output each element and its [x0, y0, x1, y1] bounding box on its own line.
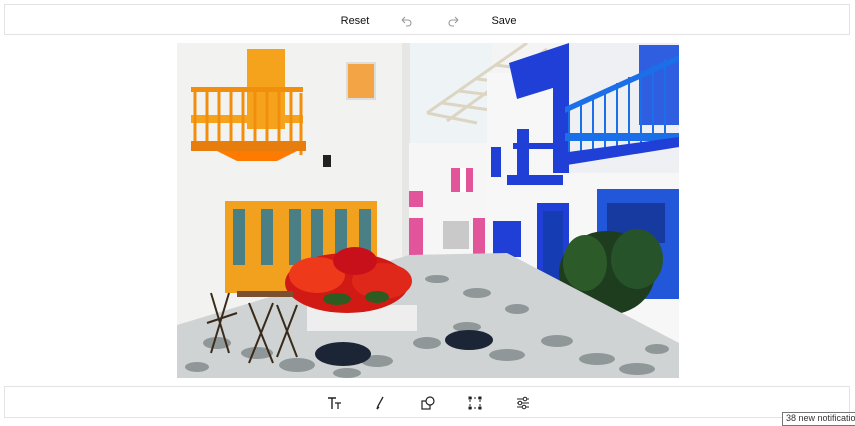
text-icon [328, 397, 341, 409]
pen-tool-button[interactable] [366, 387, 394, 419]
reset-button[interactable]: Reset [341, 5, 370, 36]
adjust-tool-button[interactable] [509, 387, 537, 419]
pen-icon [376, 396, 384, 410]
notifications-tooltip: 38 new notifications [782, 412, 855, 426]
shapes-tool-button[interactable] [414, 387, 442, 419]
text-tool-button[interactable] [321, 387, 349, 419]
crop-tool-button[interactable] [461, 387, 489, 419]
bottom-toolbar [4, 386, 850, 418]
top-toolbar: Reset Save [4, 4, 850, 35]
street-scene-image [177, 43, 679, 378]
photo-canvas[interactable] [177, 43, 679, 378]
save-button[interactable]: Save [491, 5, 517, 36]
crop-icon [468, 396, 482, 410]
adjust-icon [517, 396, 529, 410]
shapes-icon [421, 396, 435, 410]
redo-icon[interactable] [445, 5, 463, 36]
undo-icon[interactable] [397, 5, 415, 36]
